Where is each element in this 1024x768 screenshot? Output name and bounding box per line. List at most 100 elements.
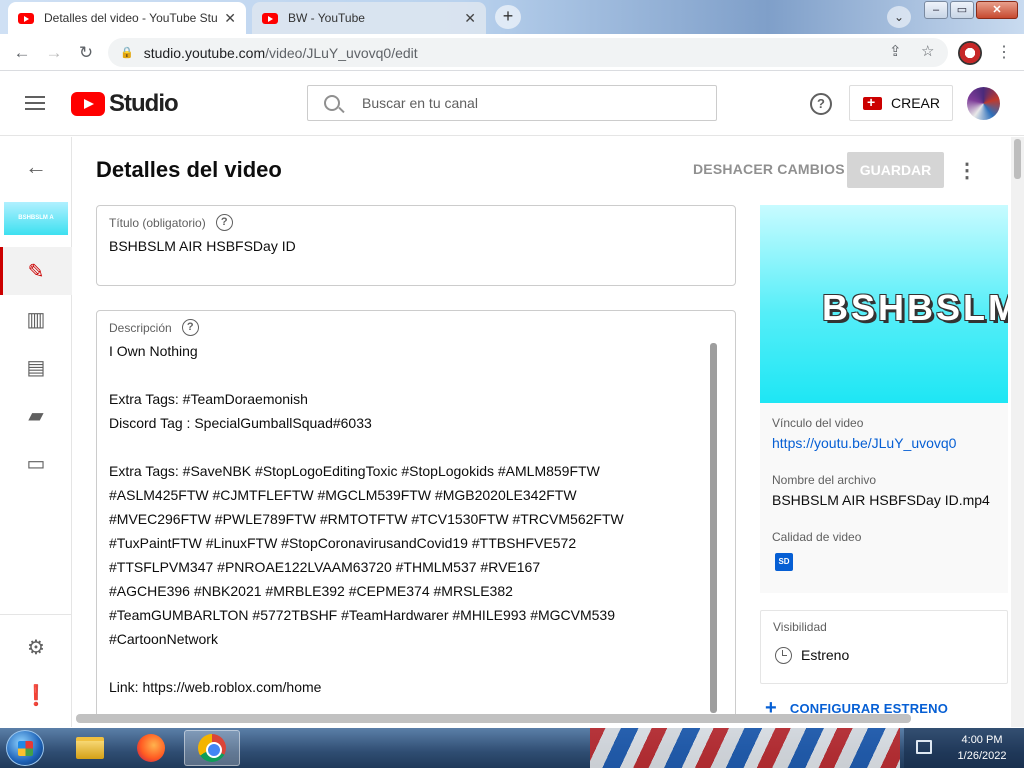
description-line xyxy=(109,651,699,675)
visibility-box[interactable]: Visibilidad Estreno xyxy=(760,610,1008,684)
nav-divider xyxy=(0,614,72,615)
create-label: CREAR xyxy=(891,95,941,111)
comments-icon[interactable]: ▰ xyxy=(24,403,48,427)
help-question-icon[interactable]: ? xyxy=(215,214,233,231)
scrollbar-thumb[interactable] xyxy=(1014,139,1021,179)
title-value[interactable]: BSHBSLM AIR HSBFSDay ID xyxy=(109,238,296,254)
filename-value: BSHBSLM AIR HSBFSDay ID.mp4 xyxy=(772,492,990,508)
file-explorer-taskbar-button[interactable] xyxy=(62,730,118,766)
subtitles-icon[interactable]: ▭ xyxy=(24,451,48,475)
channel-search xyxy=(307,85,717,121)
page-vertical-scrollbar[interactable] xyxy=(1011,137,1024,727)
windows-start-icon[interactable] xyxy=(6,730,44,766)
avatar[interactable] xyxy=(967,87,1000,120)
description-line: Discord Tag : SpecialGumballSquad#6033 xyxy=(109,415,372,431)
page-title: Detalles del video xyxy=(96,157,282,182)
youtube-favicon-icon xyxy=(262,12,278,24)
studio-header: Studio ? CREAR xyxy=(0,71,1024,136)
create-video-icon xyxy=(863,94,882,110)
forward-arrow-icon[interactable]: → xyxy=(43,42,65,64)
page-horizontal-scrollbar[interactable] xyxy=(76,714,911,723)
network-icon[interactable] xyxy=(916,740,932,754)
search-icon[interactable] xyxy=(324,95,340,111)
analytics-icon[interactable]: ▥ xyxy=(24,307,48,331)
help-question-icon[interactable]: ? xyxy=(181,319,199,336)
address-bar[interactable]: 🔒 studio.youtube.com /video/JLuY_uvovq0/… xyxy=(108,38,948,67)
tab-close-icon[interactable]: ✕ xyxy=(224,10,236,27)
tab-youtube-studio[interactable]: Detalles del video - YouTube Studio ✕ xyxy=(8,2,246,34)
reload-icon[interactable]: ↻ xyxy=(75,42,97,64)
visibility-label: Visibilidad xyxy=(773,620,827,634)
tab-title: Detalles del video - YouTube Studio xyxy=(44,11,219,25)
chrome-taskbar-button[interactable] xyxy=(184,730,240,766)
tab-bw-youtube[interactable]: BW - YouTube ✕ xyxy=(252,2,486,34)
editor-clapper-icon[interactable]: ▤ xyxy=(24,355,48,379)
video-link-label: Vínculo del video xyxy=(772,416,864,430)
studio-logo[interactable]: Studio xyxy=(71,90,179,118)
description-line: I Own Nothing xyxy=(109,343,198,359)
browser-toolbar: ← → ↻ 🔒 studio.youtube.com /video/JLuY_u… xyxy=(0,34,1024,71)
video-info-panel: Vínculo del video https://youtu.be/JLuY_… xyxy=(760,403,1008,593)
undo-changes-button[interactable]: DESHACER CAMBIOS xyxy=(693,161,845,177)
description-line: #TTSFLPVM347 #PNROAE122LVAAM63720 #THMLM… xyxy=(109,559,541,575)
description-line xyxy=(109,363,699,387)
lock-icon: 🔒 xyxy=(120,47,134,59)
more-options-icon[interactable]: ⋮ xyxy=(957,158,977,183)
tab-title: BW - YouTube xyxy=(288,11,365,25)
description-line: Extra Tags: #SaveNBK #StopLogoEditingTox… xyxy=(109,463,600,479)
left-nav: ← BSHBSLM A ✎ ▥ ▤ ▰ ▭ ⚙ ❗ xyxy=(0,137,72,727)
description-line: #TuxPaintFTW #LinuxFTW #StopCoronavirusa… xyxy=(109,535,577,551)
description-line: #AGCHE396 #NBK2021 #MRBLE392 #CEPME374 #… xyxy=(109,583,513,599)
search-input[interactable] xyxy=(362,95,682,111)
desktop-wallpaper-strip xyxy=(590,728,900,768)
title-field[interactable]: Título (obligatorio) ? BSHBSLM AIR HSBFS… xyxy=(96,205,736,286)
chrome-icon xyxy=(198,734,226,762)
video-preview[interactable]: BSHBSLM A xyxy=(760,205,1008,403)
window-close-button[interactable]: ✕ xyxy=(976,1,1018,19)
back-arrow-icon[interactable]: ← xyxy=(11,42,33,64)
description-line: Link: https://web.roblox.com/home xyxy=(109,679,322,695)
video-link[interactable]: https://youtu.be/JLuY_uvovq0 xyxy=(772,435,956,451)
tab-search-chevron-icon[interactable]: ⌄ xyxy=(887,6,911,28)
system-tray: 4:00 PM 1/26/2022 xyxy=(904,728,1024,768)
description-field-label: Descripción ? xyxy=(109,319,199,336)
share-icon[interactable]: ⇪ xyxy=(889,42,902,60)
browser-menu-icon[interactable]: ⋮ xyxy=(996,42,1012,62)
logo-text: Studio xyxy=(109,90,179,117)
help-icon[interactable]: ? xyxy=(810,93,832,115)
url-host: studio.youtube.com xyxy=(143,44,266,61)
menu-hamburger-icon[interactable] xyxy=(25,96,45,110)
maximize-button[interactable]: ▭ xyxy=(950,1,974,19)
back-arrow-icon[interactable]: ← xyxy=(24,154,48,179)
description-line: Extra Tags: #TeamDoraemonish xyxy=(109,391,308,407)
extension-icon[interactable] xyxy=(958,41,982,65)
description-text[interactable]: I Own Nothing Extra Tags: #TeamDoraemoni… xyxy=(109,339,699,699)
save-button[interactable]: GUARDAR xyxy=(847,152,944,188)
bookmark-star-icon[interactable]: ☆ xyxy=(921,42,934,60)
settings-gear-icon[interactable]: ⚙ xyxy=(24,635,48,659)
feedback-icon[interactable]: ❗ xyxy=(24,683,49,707)
video-thumbnail-small[interactable]: BSHBSLM A xyxy=(4,202,68,235)
new-tab-button[interactable]: + xyxy=(495,5,521,29)
clock-icon xyxy=(775,647,792,664)
minimize-button[interactable]: – xyxy=(924,1,948,19)
firefox-taskbar-button[interactable] xyxy=(123,730,179,766)
description-field[interactable]: Descripción ? I Own Nothing Extra Tags: … xyxy=(96,310,736,720)
description-scrollbar[interactable] xyxy=(710,343,717,713)
create-button[interactable]: CREAR xyxy=(849,85,953,121)
youtube-favicon-icon xyxy=(18,12,34,24)
youtube-play-icon xyxy=(71,92,105,116)
taskbar-clock[interactable]: 4:00 PM 1/26/2022 xyxy=(944,732,1020,764)
edit-pencil-icon[interactable]: ✎ xyxy=(24,259,48,283)
browser-tab-strip: Detalles del video - YouTube Studio ✕ BW… xyxy=(0,0,1024,34)
folder-icon xyxy=(76,737,104,759)
url-path: /video/JLuY_uvovq0/edit xyxy=(265,44,418,61)
visibility-value: Estreno xyxy=(801,647,850,663)
preview-thumbnail-text: BSHBSLM A xyxy=(822,287,1008,328)
window-controls: – ▭ ✕ xyxy=(924,1,1018,19)
description-line xyxy=(109,435,699,459)
filename-label: Nombre del archivo xyxy=(772,473,877,487)
tab-close-icon[interactable]: ✕ xyxy=(464,10,476,27)
description-line: #CartoonNetwork xyxy=(109,631,218,647)
windows-taskbar: 4:00 PM 1/26/2022 xyxy=(0,728,1024,768)
